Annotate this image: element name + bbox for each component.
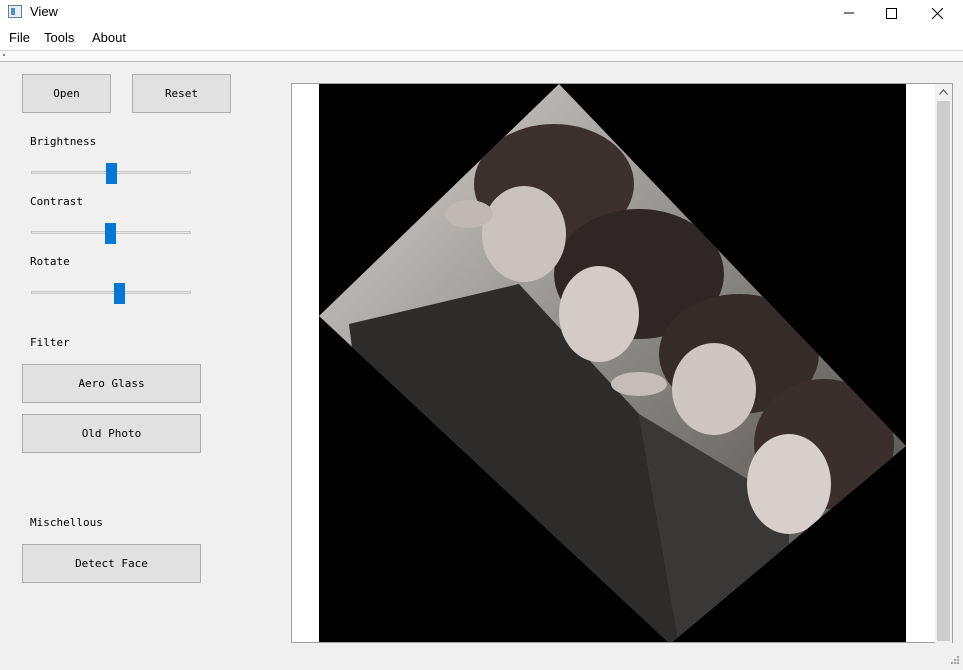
aero-glass-button[interactable]: Aero Glass [22, 364, 201, 403]
detect-face-button[interactable]: Detect Face [22, 544, 201, 583]
misc-heading: Mischellous [30, 516, 103, 529]
minimize-icon [844, 12, 854, 14]
close-button[interactable] [914, 0, 960, 26]
window-icon [8, 5, 22, 18]
old-photo-button[interactable]: Old Photo [22, 414, 201, 453]
reset-button[interactable]: Reset [132, 74, 231, 113]
rotate-slider-handle[interactable] [114, 283, 125, 304]
title-bar [0, 0, 963, 26]
contrast-label: Contrast [30, 195, 83, 208]
menu-about[interactable]: About [92, 30, 126, 45]
toolbar-divider [0, 61, 963, 62]
contrast-slider-handle[interactable] [105, 223, 116, 244]
scrollbar-thumb[interactable] [937, 101, 950, 641]
rotate-slider-track[interactable] [31, 291, 191, 294]
window-title: View [30, 4, 58, 19]
menu-file[interactable]: File [9, 30, 30, 45]
maximize-icon [885, 7, 897, 19]
size-grip-icon[interactable] [948, 652, 960, 664]
scroll-up-button[interactable] [937, 85, 950, 99]
brightness-slider-handle[interactable] [106, 163, 117, 184]
minimize-button[interactable] [826, 0, 872, 26]
menu-tools[interactable]: Tools [44, 30, 74, 45]
photo-canvas [319, 84, 906, 642]
filter-heading: Filter [30, 336, 70, 349]
close-icon [931, 7, 943, 19]
toolbar-grip-icon [3, 54, 5, 56]
rotate-label: Rotate [30, 255, 70, 268]
chevron-up-icon [939, 89, 948, 95]
open-button[interactable]: Open [22, 74, 111, 113]
menu-bar [0, 26, 963, 50]
image-viewport[interactable] [291, 83, 953, 643]
rotated-photo [319, 84, 906, 642]
status-bar [0, 645, 963, 665]
brightness-label: Brightness [30, 135, 97, 148]
toolbar-strip [0, 51, 963, 61]
maximize-button[interactable] [868, 0, 914, 26]
